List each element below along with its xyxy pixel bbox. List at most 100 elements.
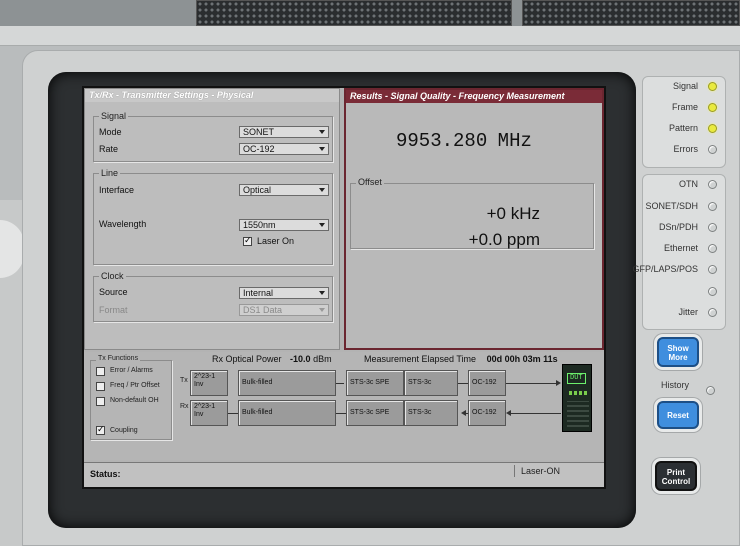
status-led (708, 244, 717, 253)
non-default-oh-label: Non-default OH (110, 397, 159, 404)
chevron-down-icon (319, 130, 325, 134)
led-label: Errors (673, 144, 699, 154)
led-label: SONET/SDH (645, 201, 698, 211)
dut-label: DUT (567, 373, 586, 384)
offset-khz: +0 kHz (486, 204, 540, 223)
coupling-checkbox[interactable] (96, 424, 105, 435)
frequency-unit: MHz (497, 130, 532, 152)
wavelength-dropdown[interactable]: 1550nm (239, 219, 329, 231)
led-row: Ethernet (608, 242, 732, 254)
error-alarms-label: Error / Alarms (110, 367, 153, 374)
led-row: SONET/SDH (608, 200, 732, 212)
history-label: History (661, 380, 690, 390)
freq-ptr-offset-label: Freq / Ptr Offset (110, 382, 160, 389)
rx-label: Rx (180, 403, 189, 410)
led-label: Frame (671, 102, 698, 112)
results-panel: Results - Signal Quality - Frequency Mea… (344, 88, 604, 350)
led-label: Jitter (678, 307, 698, 317)
rx-connector (228, 413, 238, 414)
led-row: OTN (608, 178, 732, 190)
dut-lights (569, 391, 587, 395)
status-led (708, 265, 717, 274)
rx-oc192-block[interactable]: OC-192 (468, 400, 506, 426)
signal-group-label: Signal (99, 111, 129, 121)
tx-pattern-block[interactable]: 2^23-1 Inv (190, 370, 228, 396)
dut-device-icon: DUT (562, 364, 592, 432)
led-row: Jitter (608, 306, 732, 318)
status-led (708, 180, 717, 189)
results-title: Results - Signal Quality - Frequency Mea… (346, 90, 602, 103)
print-control-button[interactable]: Print Control (655, 461, 697, 491)
non-default-oh-checkbox[interactable] (96, 397, 105, 406)
led-label: Signal (672, 81, 698, 91)
laser-status: Laser-ON (514, 465, 604, 477)
clock-group-label: Clock (99, 271, 126, 281)
rx-sts-block[interactable]: STS-3c (404, 400, 458, 426)
status-led (708, 82, 717, 91)
led-row (608, 285, 732, 297)
status-led (708, 103, 717, 112)
laser-on-checkbox[interactable] (243, 235, 252, 246)
led-row: Pattern (608, 122, 732, 134)
status-led (708, 223, 717, 232)
vent-grille-left (196, 0, 512, 26)
interface-label: Interface (99, 185, 135, 195)
led-row: GFP/LAPS/POS (608, 263, 732, 275)
elapsed-time-label: Measurement Elapsed Time (364, 354, 477, 364)
offset-group-label: Offset (356, 177, 384, 187)
reset-button[interactable]: Reset (657, 401, 699, 429)
line-group-label: Line (99, 168, 121, 178)
mode-label: Mode (99, 127, 122, 137)
led-row: Errors (608, 143, 732, 155)
tx-connector (458, 383, 468, 384)
elapsed-time: Measurement Elapsed Time 00d 00h 03m 11s (364, 354, 558, 364)
led-label: OTN (679, 179, 698, 189)
signal-path-panel: Tx Functions Error / Alarms Freq / Ptr O… (84, 352, 604, 460)
status-led (708, 202, 717, 211)
tx-fiber-line (506, 383, 558, 384)
tx-label: Tx (180, 377, 188, 384)
show-more-button[interactable]: Show More (657, 337, 699, 367)
laser-on-label: Laser On (257, 236, 295, 246)
status-led (708, 145, 717, 154)
rx-optical-power-unit: dBm (313, 354, 332, 364)
display-screen: Tx/Rx - Transmitter Settings - Physical … (82, 86, 606, 489)
elapsed-time-value: 00d 00h 03m 11s (486, 354, 558, 364)
rx-optical-power-label: Rx Optical Power (212, 354, 282, 364)
source-dropdown[interactable]: Internal (239, 287, 329, 299)
rx-optical-power-value: -10.0 (290, 354, 311, 364)
rate-dropdown[interactable]: OC-192 (239, 143, 329, 155)
status-bar: Status: Laser-ON (84, 462, 604, 487)
chevron-down-icon (319, 291, 325, 295)
offset-ppm: +0.0 ppm (468, 230, 540, 249)
rx-fiber-line (511, 413, 561, 414)
led-label: Ethernet (663, 243, 698, 253)
rx-spe-block[interactable]: STS-3c SPE (346, 400, 404, 426)
rate-label: Rate (99, 144, 119, 154)
freq-ptr-offset-checkbox[interactable] (96, 382, 105, 391)
tx-spe-block[interactable]: STS-3c SPE (346, 370, 404, 396)
status-led (708, 308, 717, 317)
coupling-label: Coupling (110, 427, 138, 434)
led-label: Pattern (668, 123, 698, 133)
chevron-down-icon (319, 188, 325, 192)
arrow-right-icon (556, 380, 561, 386)
led-row: Frame (608, 101, 732, 113)
status-led (708, 124, 717, 133)
frequency-readout: 9953.280 MHz (396, 130, 596, 152)
tx-oc192-block[interactable]: OC-192 (468, 370, 506, 396)
frequency-value: 9953.280 (396, 130, 488, 152)
format-dropdown: DS1 Data (239, 304, 329, 316)
tx-sts-block[interactable]: STS-3c (404, 370, 458, 396)
rx-pattern-block[interactable]: 2^23-1 Inv (190, 400, 228, 426)
history-led (706, 386, 715, 395)
format-label: Format (99, 305, 128, 315)
error-alarms-checkbox[interactable] (96, 367, 105, 376)
rx-payload-block[interactable]: Bulk-filled (238, 400, 336, 426)
tx-payload-block[interactable]: Bulk-filled (238, 370, 336, 396)
wavelength-label: Wavelength (99, 219, 147, 229)
chevron-down-icon (319, 308, 325, 312)
interface-dropdown[interactable]: Optical (239, 184, 329, 196)
mode-dropdown[interactable]: SONET (239, 126, 329, 138)
tx-functions-label: Tx Functions (96, 355, 141, 362)
